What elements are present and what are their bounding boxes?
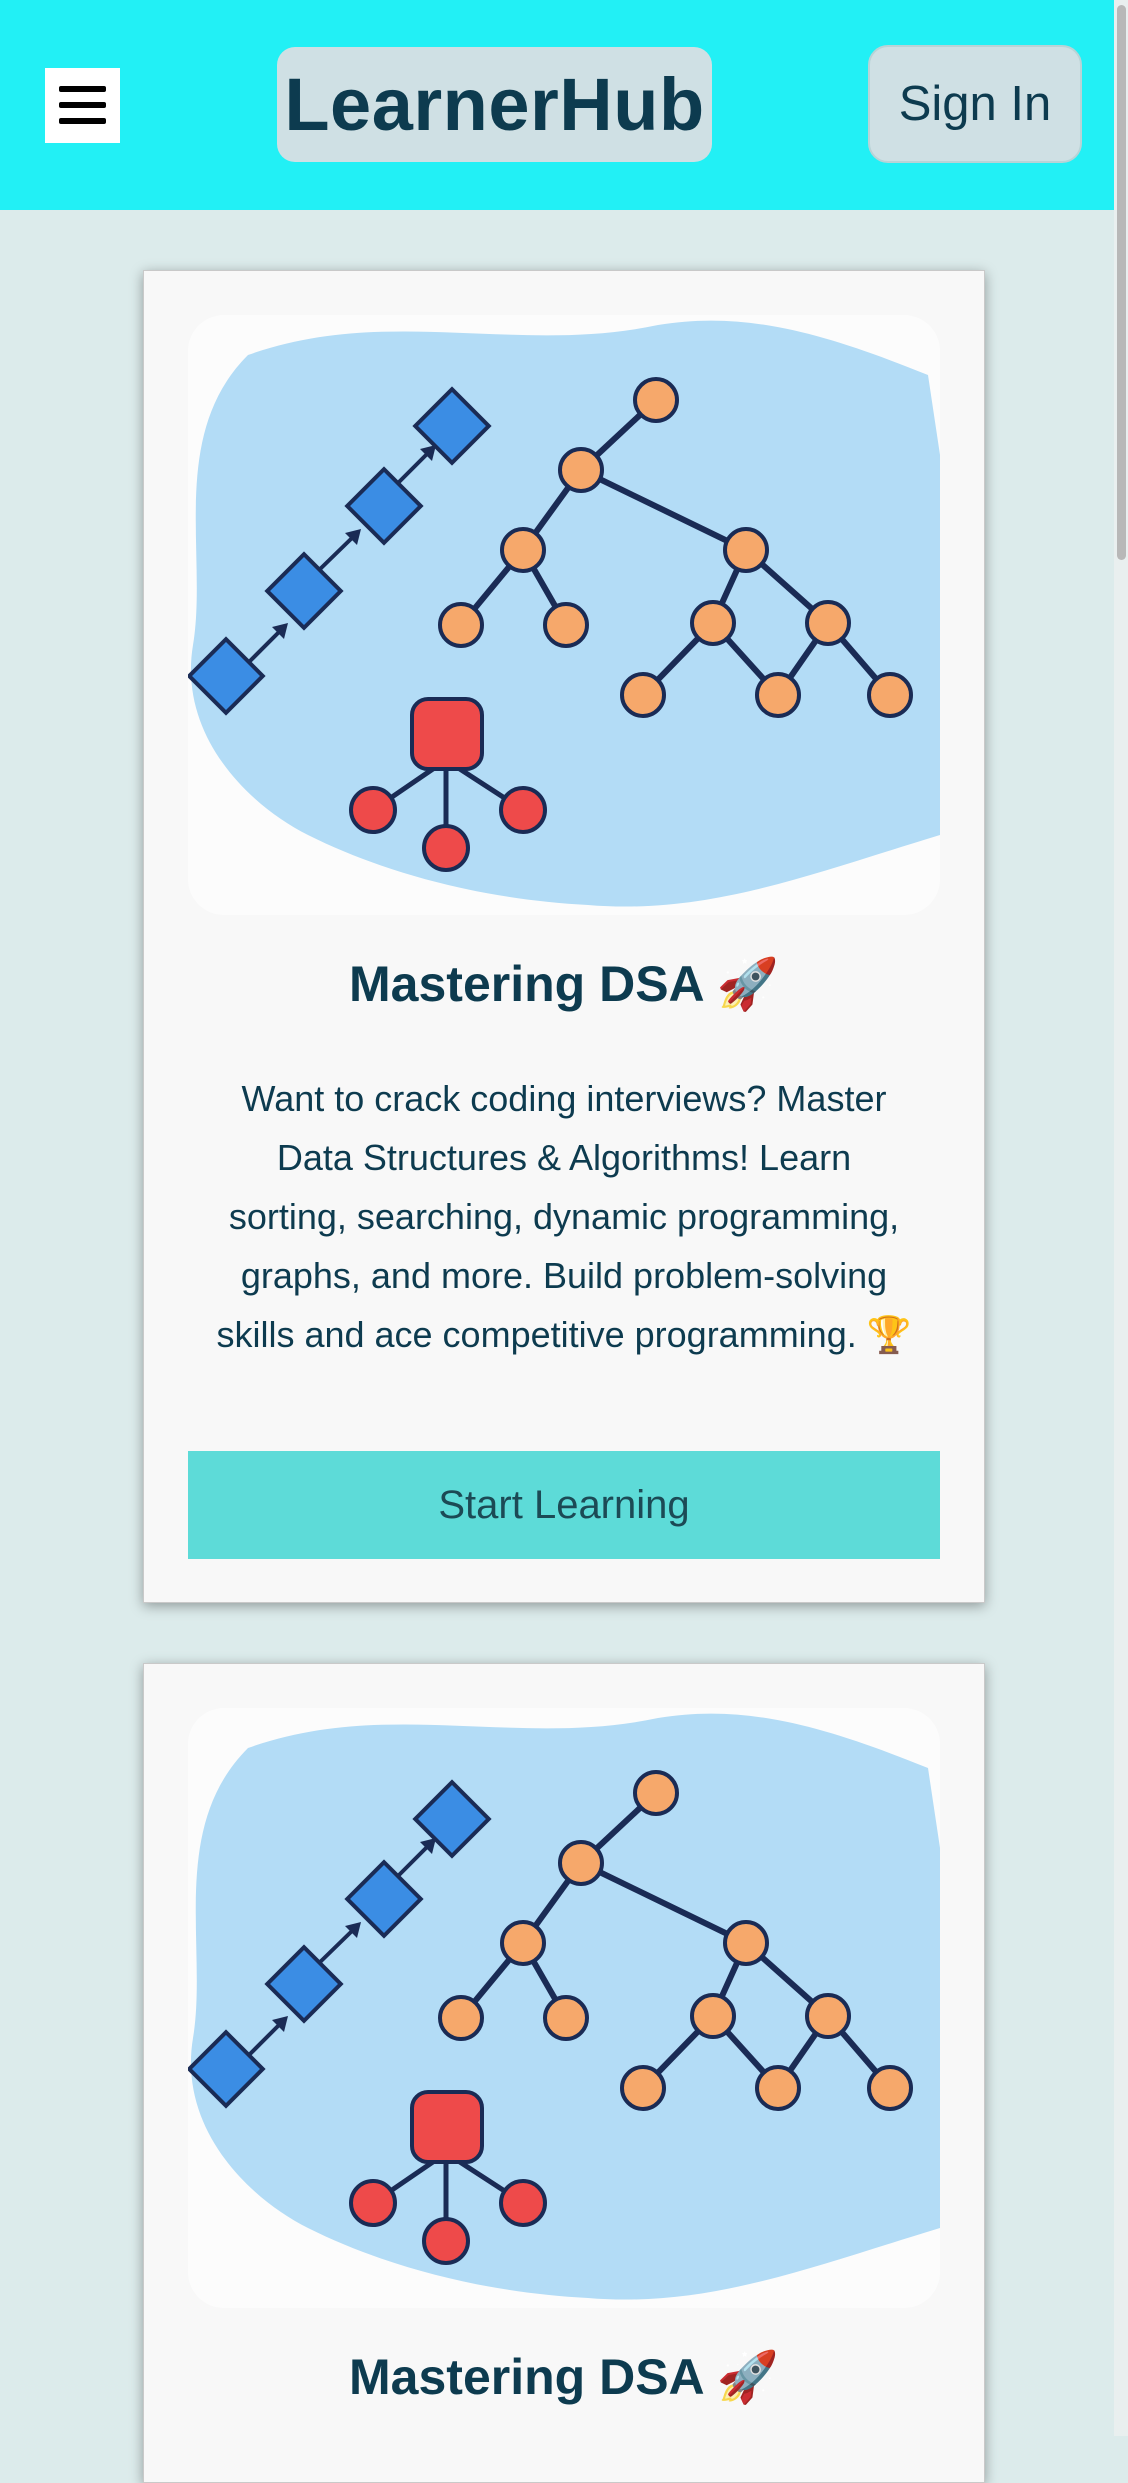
app-header: LearnerHub Sign In [0, 0, 1114, 210]
data-structures-illustration [188, 315, 940, 915]
course-title: Mastering DSA 🚀 [349, 2349, 779, 2405]
sign-in-button[interactable]: Sign In [868, 45, 1082, 163]
course-card: Mastering DSA 🚀 Want to crack coding int… [143, 270, 985, 1603]
data-structures-illustration [188, 1708, 940, 2308]
brand-logo[interactable]: LearnerHub [277, 47, 712, 162]
course-description: Want to crack coding interviews? Master … [216, 1078, 912, 1355]
course-title: Mastering DSA 🚀 [349, 956, 779, 1012]
hamburger-menu-icon[interactable] [45, 68, 120, 143]
scrollbar-thumb[interactable] [1117, 5, 1126, 560]
menu-bar [59, 102, 106, 108]
start-learning-button[interactable]: Start Learning [188, 1451, 940, 1559]
menu-bar [59, 118, 106, 124]
menu-bar [59, 86, 106, 92]
course-card: Mastering DSA 🚀 [143, 1663, 985, 2483]
